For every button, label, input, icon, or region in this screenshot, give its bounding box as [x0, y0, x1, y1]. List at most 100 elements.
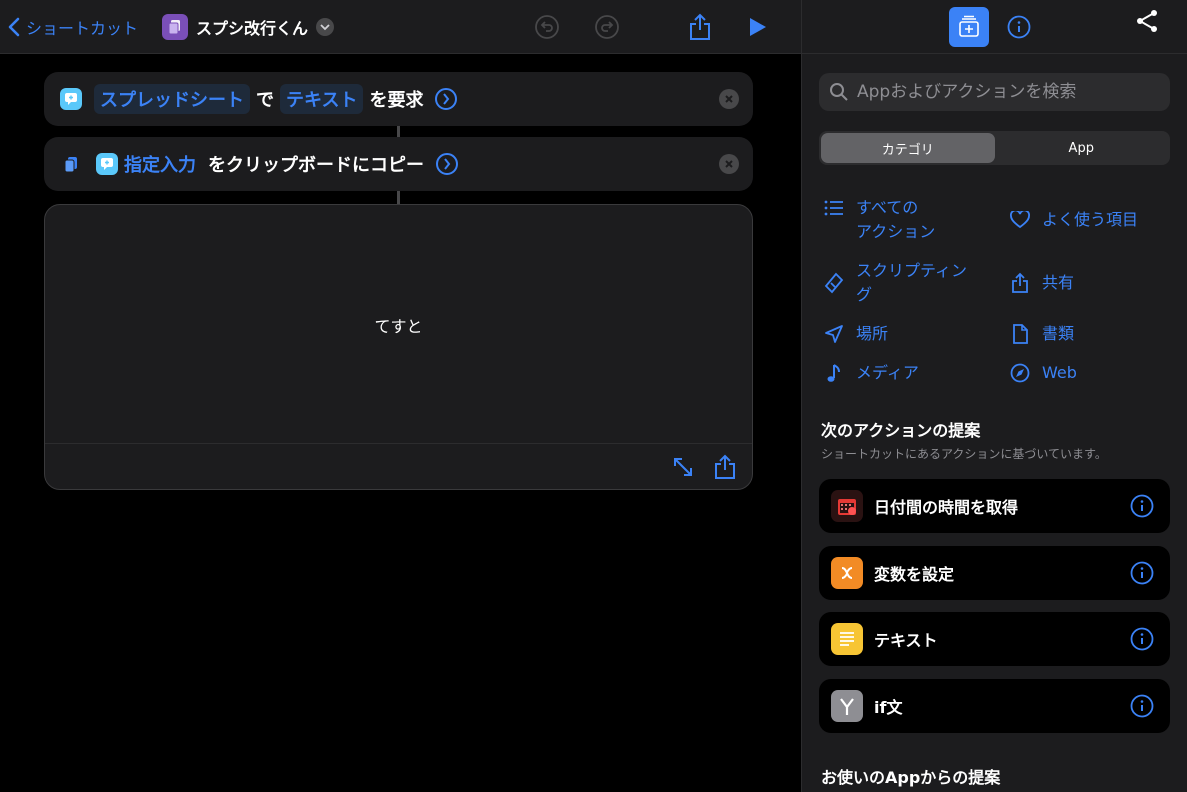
- list-icon: [822, 196, 846, 220]
- undo-icon: [535, 15, 559, 39]
- search-icon: [830, 83, 848, 101]
- suggestion-label: if文: [874, 698, 903, 717]
- remove-action-button[interactable]: [719, 154, 739, 174]
- suggestion-info-button[interactable]: [1130, 561, 1154, 585]
- shortcut-editor: ショートカット スプシ改行くん スプレッドシート で テキスト を要求 指定入力…: [0, 0, 801, 792]
- result-text: てすと: [374, 317, 423, 336]
- expand-arrows-icon: [674, 458, 692, 476]
- info-icon: [1130, 627, 1154, 651]
- shortcut-title-menu[interactable]: スプシ改行くん: [162, 13, 335, 41]
- action-library-button[interactable]: [949, 7, 989, 47]
- variable-icon: [831, 557, 863, 589]
- branch-icon: [831, 690, 863, 722]
- chevron-right-icon: [444, 158, 451, 170]
- suggestion-info-button[interactable]: [1130, 627, 1154, 651]
- category-documents[interactable]: 書類: [1008, 322, 1074, 346]
- share-sheet-button[interactable]: [1132, 6, 1162, 36]
- category-label: すべての アクション: [856, 198, 936, 241]
- document-icon: [1008, 322, 1032, 346]
- undo-button[interactable]: [532, 12, 562, 42]
- chevron-right-icon: [443, 93, 450, 105]
- search-input[interactable]: [857, 82, 1157, 102]
- segment-app[interactable]: App: [995, 133, 1169, 163]
- input-type-token[interactable]: スプレッドシート: [94, 84, 250, 114]
- category-media[interactable]: メディア: [822, 361, 919, 385]
- action-text: をクリップボードにコピー: [208, 155, 424, 176]
- action-text: で: [256, 90, 274, 111]
- suggestion-label: 変数を設定: [874, 565, 955, 584]
- music-note-icon: [822, 361, 846, 385]
- clipboard-icon: [60, 153, 82, 175]
- category-label: 書類: [1042, 324, 1075, 343]
- suggestion-get-time-between-dates[interactable]: 日付間の時間を取得: [819, 479, 1170, 533]
- suggestion-info-button[interactable]: [1130, 694, 1154, 718]
- action-connector: [397, 126, 400, 137]
- redo-icon: [595, 15, 619, 39]
- result-footer: [45, 443, 752, 489]
- chevron-down-icon: [316, 18, 335, 36]
- category-label: Web: [1042, 363, 1077, 382]
- category-label: スクリプティン グ: [856, 261, 968, 304]
- category-location[interactable]: 場所: [822, 322, 888, 346]
- action-copy-to-clipboard[interactable]: 指定入力 をクリップボードにコピー: [44, 137, 753, 191]
- remove-action-button[interactable]: [719, 89, 739, 109]
- category-favorites[interactable]: よく使う項目: [1008, 208, 1138, 232]
- share-button[interactable]: [685, 12, 715, 42]
- ask-input-icon: [60, 88, 82, 110]
- provided-input-token[interactable]: 指定入力: [120, 149, 202, 179]
- action-text: を要求: [369, 90, 424, 111]
- share-icon: [1008, 271, 1032, 295]
- expand-result-button[interactable]: [672, 456, 696, 480]
- text-icon: [831, 623, 863, 655]
- run-button[interactable]: [742, 12, 772, 42]
- shortcut-details-button[interactable]: [1006, 14, 1032, 40]
- share-icon: [690, 13, 710, 40]
- suggestion-label: 日付間の時間を取得: [874, 498, 1019, 517]
- suggestion-info-button[interactable]: [1130, 494, 1154, 518]
- suggestion-text[interactable]: テキスト: [819, 612, 1170, 666]
- suggestion-if[interactable]: if文: [819, 679, 1170, 733]
- suggestion-label: テキスト: [874, 631, 938, 650]
- category-web[interactable]: Web: [1008, 361, 1077, 385]
- share-result-button[interactable]: [714, 454, 738, 480]
- action-ask-for-input[interactable]: スプレッドシート で テキスト を要求: [44, 72, 753, 126]
- suggestion-set-variable[interactable]: 変数を設定: [819, 546, 1170, 600]
- category-all-actions[interactable]: すべての アクション: [822, 196, 935, 244]
- location-icon: [822, 322, 846, 346]
- category-scripting[interactable]: スクリプティン グ: [822, 259, 967, 307]
- calendar-icon: [831, 490, 863, 522]
- expand-action-button[interactable]: [435, 88, 458, 110]
- chevron-left-icon: [8, 17, 20, 37]
- redo-button[interactable]: [592, 12, 622, 42]
- expand-action-button[interactable]: [436, 153, 458, 175]
- share-nodes-icon: [1137, 10, 1157, 32]
- info-icon: [1130, 694, 1154, 718]
- next-actions-heading: 次のアクションの提案: [821, 421, 981, 440]
- action-library-icon: [959, 15, 979, 37]
- segment-category[interactable]: カテゴリ: [821, 133, 995, 163]
- info-icon: [1130, 494, 1154, 518]
- close-icon: [725, 95, 733, 103]
- category-label: 場所: [856, 324, 889, 343]
- share-icon: [715, 454, 735, 479]
- editor-toolbar: ショートカット スプシ改行くん: [0, 0, 801, 54]
- input-prompt-token[interactable]: テキスト: [280, 84, 364, 114]
- shortcut-title: スプシ改行くん: [196, 19, 309, 38]
- play-icon: [750, 18, 766, 36]
- result-preview-card: てすと: [44, 204, 753, 490]
- back-button[interactable]: ショートカット: [8, 14, 138, 40]
- action-connector: [397, 191, 400, 204]
- category-label: よく使う項目: [1042, 210, 1139, 229]
- next-actions-subtitle: ショートカットにあるアクションに基づいています。: [821, 447, 1107, 461]
- compass-icon: [1008, 361, 1032, 385]
- close-icon: [725, 160, 733, 168]
- heart-icon: [1008, 208, 1032, 232]
- info-icon: [1130, 561, 1154, 585]
- scripting-icon: [822, 271, 846, 295]
- app-suggestions-heading: お使いのAppからの提案: [821, 768, 1001, 787]
- category-segment-control: カテゴリ App: [819, 131, 1170, 165]
- category-sharing[interactable]: 共有: [1008, 271, 1074, 295]
- panel-toolbar: [802, 0, 1187, 54]
- action-search-field[interactable]: [819, 73, 1170, 111]
- category-label: メディア: [856, 363, 919, 382]
